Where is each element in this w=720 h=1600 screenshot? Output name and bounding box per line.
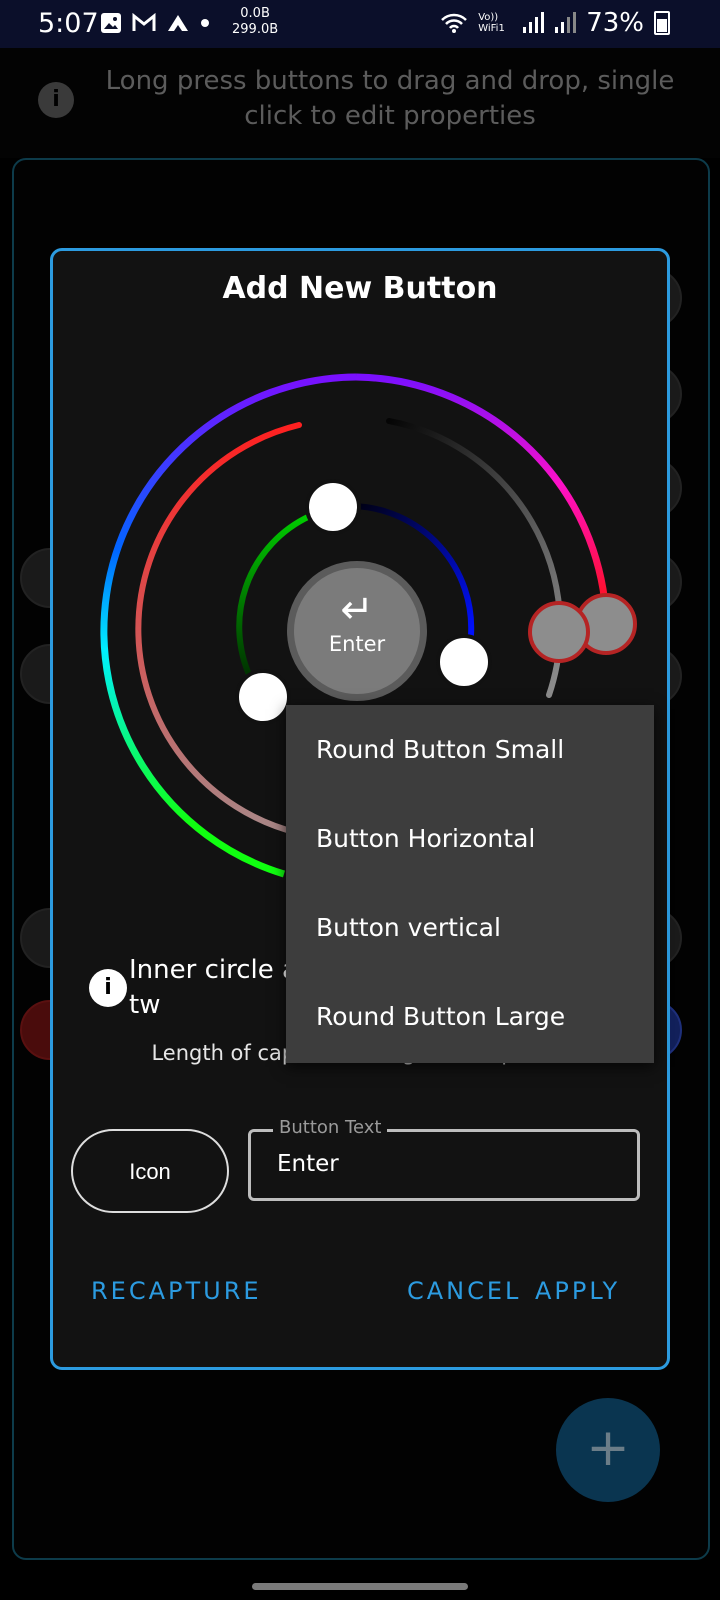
inner-knob-top[interactable] [305,479,361,535]
button-text-field[interactable]: Button Text Enter [248,1117,640,1201]
battery-percent: 73% [586,8,644,38]
button-preview[interactable]: ↵ Enter [287,561,427,701]
info-icon[interactable]: i [38,82,74,118]
apply-button[interactable]: APPLY [535,1277,620,1305]
network-speed: 0.0B 299.0B [232,6,278,38]
preview-label: Enter [328,632,386,656]
menu-item-round-small[interactable]: Round Button Small [286,705,654,794]
gallery-icon [101,13,121,33]
button-text-input[interactable]: Enter [277,1151,339,1177]
middle-knob[interactable] [528,601,590,663]
hint-text: Long press buttons to drag and drop, sin… [105,66,675,131]
status-time: 5:07 [38,8,99,39]
app-icon [168,15,188,31]
recapture-button[interactable]: RECAPTURE [91,1277,262,1305]
battery-icon [654,11,670,35]
signal-icon [523,12,545,33]
volte-label: Vo)) WiFi1 [478,12,505,34]
menu-item-round-large[interactable]: Round Button Large [286,972,654,1061]
cancel-button[interactable]: CANCEL [407,1277,521,1305]
net-upload: 0.0B [240,6,270,21]
notification-icons [100,12,210,34]
net-download: 299.0B [232,22,279,37]
inner-knob-right[interactable] [436,634,492,690]
enter-icon: ↵ [340,587,374,633]
menu-item-vertical[interactable]: Button vertical [286,883,654,972]
icon-button[interactable]: Icon [71,1129,229,1213]
menu-item-horizontal[interactable]: Button Horizontal [286,794,654,883]
dot-icon [201,19,209,27]
button-shape-menu: Round Button Small Button Horizontal But… [286,705,654,1063]
gmail-icon [132,13,156,31]
inner-knob-left[interactable] [235,669,291,725]
info-icon[interactable]: i [89,969,127,1007]
middle-ring-red [135,422,302,836]
home-indicator[interactable] [252,1583,468,1590]
signal-icon-2 [555,12,577,33]
wifi-icon [441,13,468,33]
status-right: Vo)) WiFi1 73% [440,8,670,38]
add-button-fab[interactable]: + [556,1398,660,1502]
button-text-label: Button Text [273,1117,388,1138]
status-bar: 5:07 0.0B 299.0B Vo)) WiFi1 73% [0,0,720,48]
